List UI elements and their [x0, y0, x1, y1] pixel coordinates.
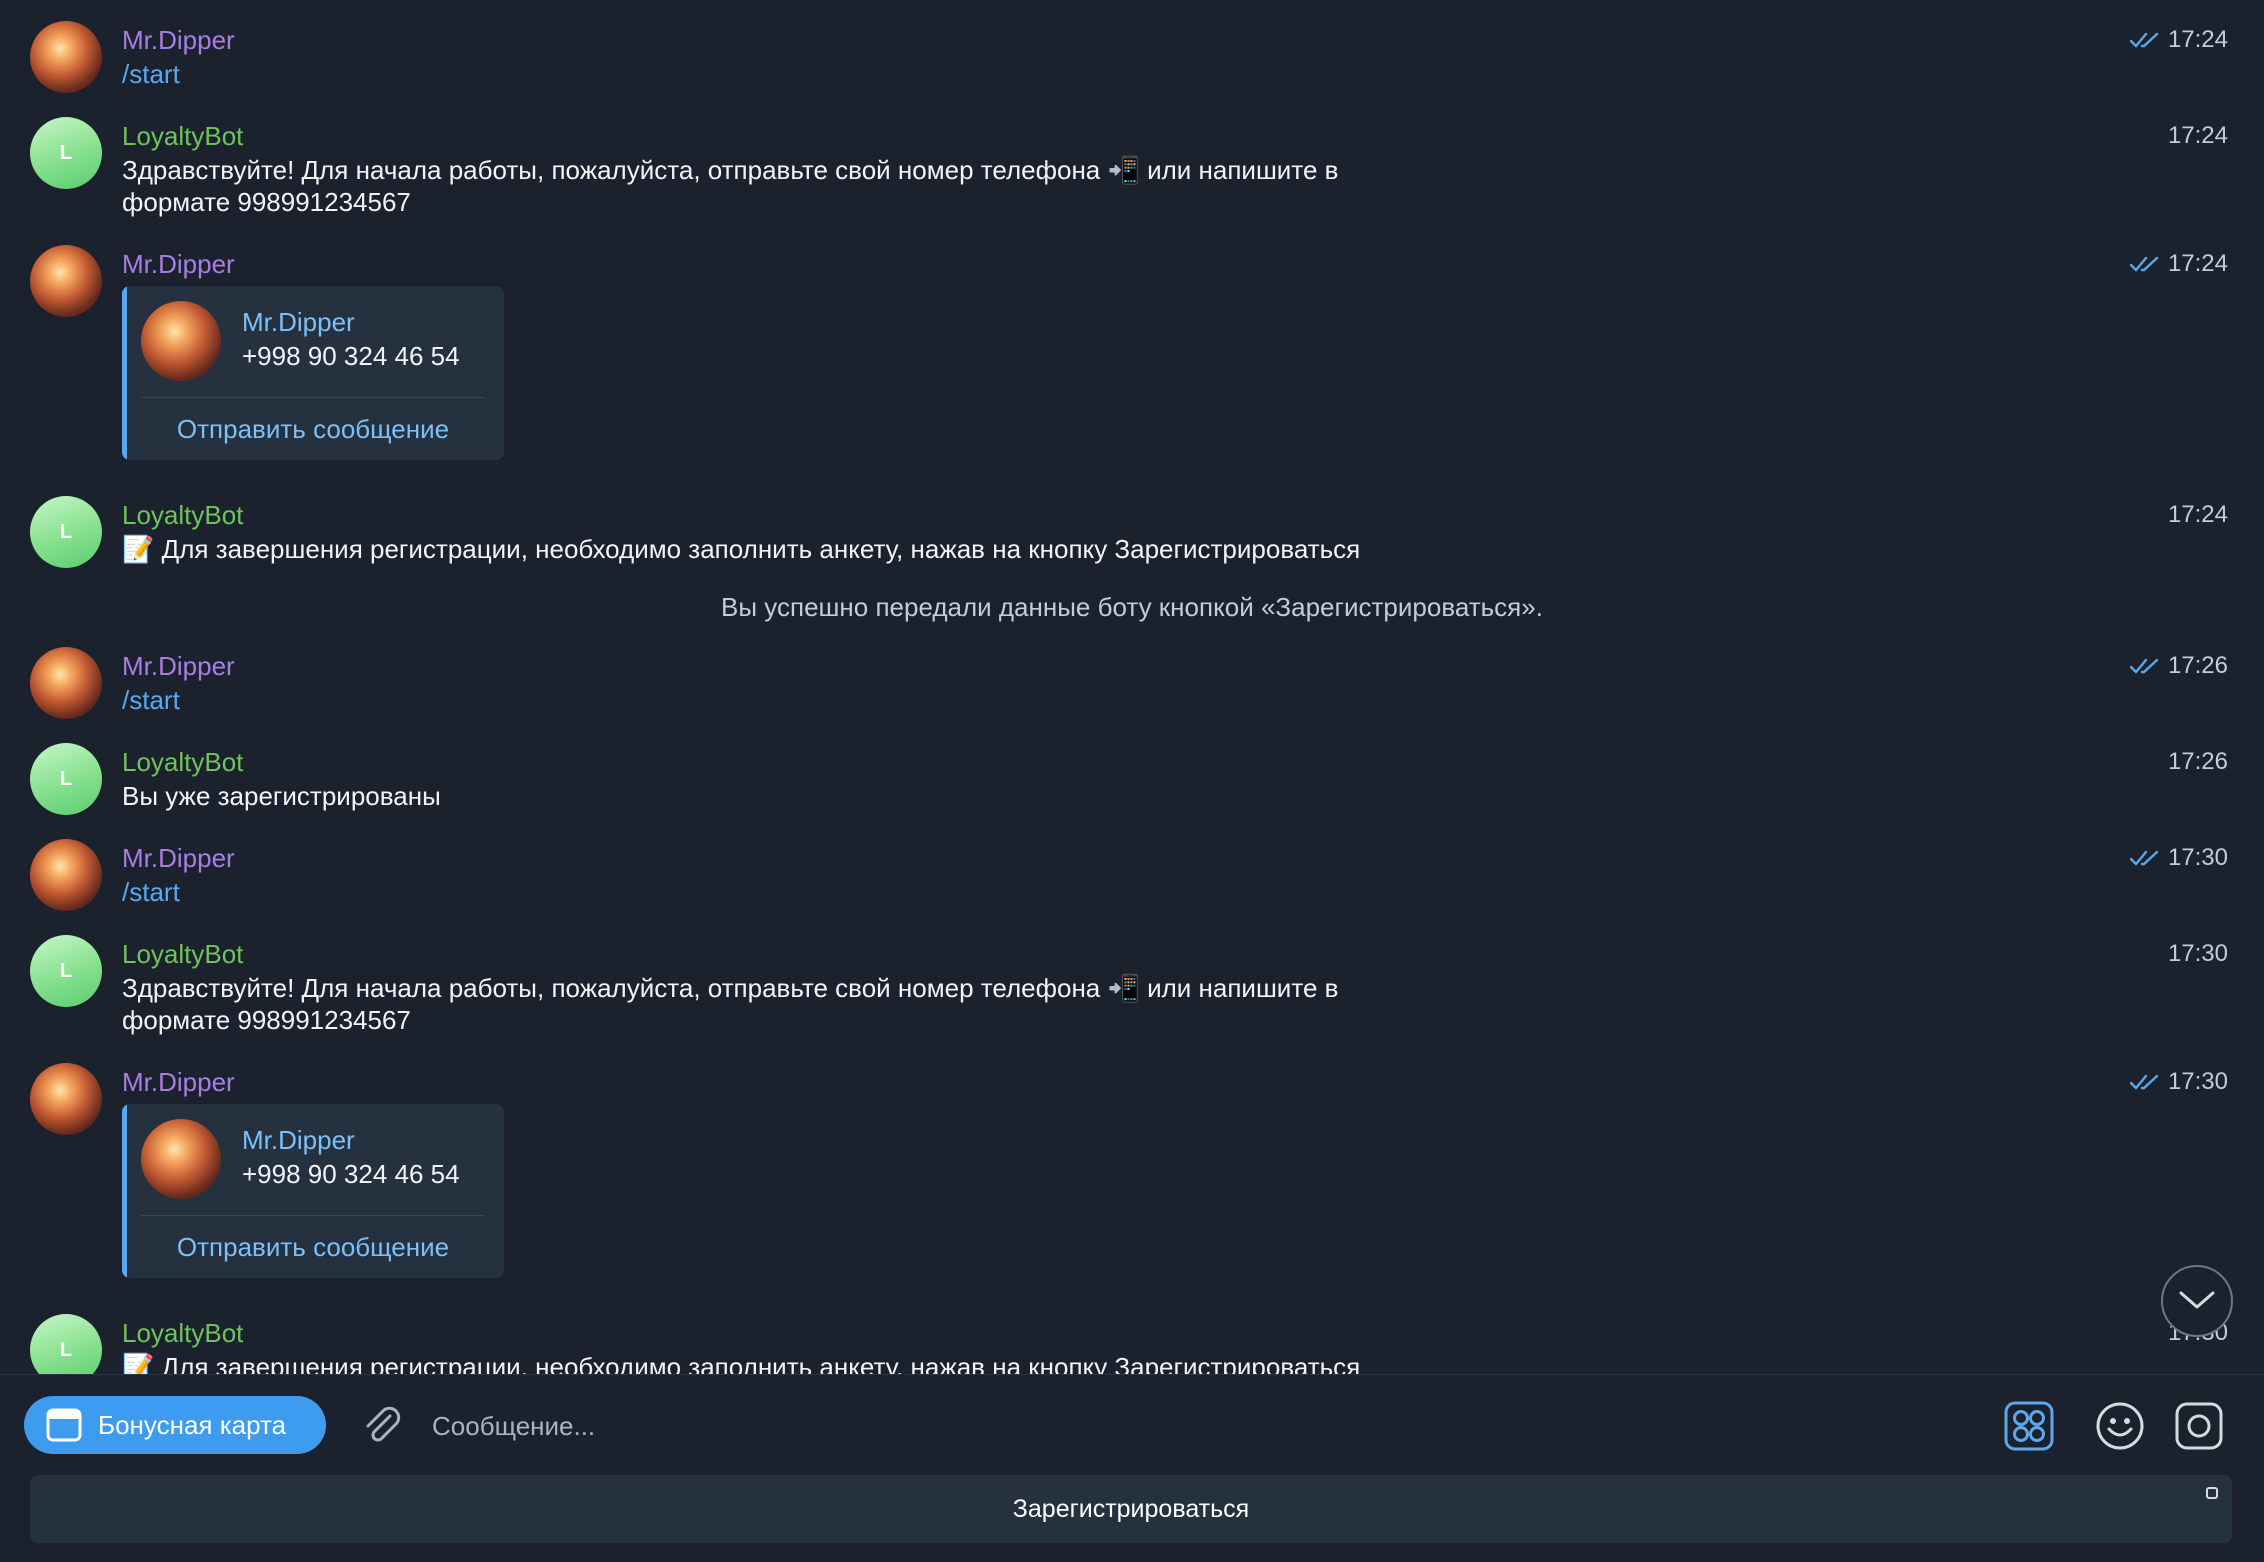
sender-name[interactable]: Mr.Dipper: [122, 650, 235, 682]
sender-name[interactable]: Mr.Dipper: [122, 1066, 235, 1098]
message-text-line: Здравствуйте! Для начала работы, пожалуй…: [122, 155, 1339, 185]
contact-name: Mr.Dipper: [242, 1125, 355, 1155]
divider: [141, 397, 485, 398]
message-text: 📝 Для завершения регистрации, необходимо…: [122, 1352, 1361, 1374]
apps-grid-icon[interactable]: [2004, 1401, 2054, 1451]
timestamp: 17:30: [2167, 844, 2228, 871]
message-text: 📝 Для завершения регистрации, необходимо…: [122, 534, 1361, 564]
contact-card[interactable]: Mr.Dipper +998 90 324 46 54 Отправить со…: [122, 1104, 504, 1278]
timestamp: 17:24: [2167, 501, 2228, 528]
message-text: Здравствуйте! Для начала работы, пожалуй…: [122, 154, 1432, 218]
timestamp: 17:26: [2167, 652, 2228, 679]
contact-avatar: [141, 1119, 221, 1199]
sender-name[interactable]: LoyaltyBot: [122, 1317, 243, 1349]
bonus-card-label: Бонусная карта: [98, 1409, 287, 1440]
web-app-window-icon: [46, 1408, 82, 1442]
message-text: Вы уже зарегистрированы: [122, 781, 441, 811]
sender-name[interactable]: LoyaltyBot: [122, 499, 243, 531]
double-check-icon: [2129, 1074, 2159, 1090]
avatar[interactable]: [30, 1063, 102, 1135]
divider: [141, 1215, 485, 1216]
command-link[interactable]: /start: [122, 684, 180, 716]
message-input[interactable]: [430, 1400, 1974, 1452]
contact-name: Mr.Dipper: [242, 307, 355, 337]
message-meta: 17:24: [2129, 24, 2228, 56]
contact-card[interactable]: Mr.Dipper +998 90 324 46 54 Отправить со…: [122, 286, 504, 460]
double-check-icon: [2129, 658, 2159, 674]
avatar[interactable]: L: [30, 743, 102, 815]
contact-avatar: [141, 301, 221, 381]
web-app-corner-icon: [2206, 1487, 2218, 1499]
avatar[interactable]: [30, 245, 102, 317]
message-text-line: Здравствуйте! Для начала работы, пожалуй…: [122, 973, 1339, 1003]
smile-icon[interactable]: [2095, 1401, 2145, 1451]
register-button-label: Зарегистрироваться: [1012, 1495, 1250, 1523]
sender-name[interactable]: LoyaltyBot: [122, 938, 243, 970]
message-meta: 17:30: [2168, 938, 2228, 970]
send-message-button[interactable]: Отправить сообщение: [122, 1228, 504, 1266]
double-check-icon: [2129, 850, 2159, 866]
timestamp: 17:30: [2167, 1068, 2228, 1095]
chevron-down-icon: [2179, 1291, 2215, 1309]
timestamp: 17:24: [2167, 250, 2228, 277]
timestamp: 17:24: [2167, 122, 2228, 149]
double-check-icon: [2129, 256, 2159, 272]
double-check-icon: [2129, 32, 2159, 48]
sender-name[interactable]: Mr.Dipper: [122, 248, 235, 280]
avatar[interactable]: L: [30, 935, 102, 1007]
message-text-line: формате 998991234567: [122, 1005, 411, 1035]
scroll-down-button[interactable]: [2161, 1265, 2233, 1337]
command-link[interactable]: /start: [122, 58, 180, 90]
message-text: Здравствуйте! Для начала работы, пожалуй…: [122, 972, 1432, 1036]
command-link[interactable]: /start: [122, 876, 180, 908]
avatar[interactable]: L: [30, 1314, 102, 1374]
message-list[interactable]: Mr.Dipper /start 17:24 L LoyaltyBot Здра…: [0, 0, 2264, 1374]
timestamp: 17:30: [2167, 940, 2228, 967]
paperclip-icon[interactable]: [360, 1404, 406, 1450]
send-message-button[interactable]: Отправить сообщение: [122, 410, 504, 448]
avatar[interactable]: L: [30, 496, 102, 568]
chat-window: Mr.Dipper /start 17:24 L LoyaltyBot Здра…: [0, 0, 2264, 1562]
message-text-line: формате 998991234567: [122, 187, 411, 217]
composer-divider: [0, 1374, 2264, 1375]
message-meta: 17:30: [2129, 842, 2228, 874]
contact-phone: +998 90 324 46 54: [242, 341, 460, 371]
message-meta: 17:24: [2168, 120, 2228, 152]
avatar[interactable]: [30, 839, 102, 911]
message-meta: 17:24: [2129, 248, 2228, 280]
message-meta: 17:26: [2168, 746, 2228, 778]
sender-name[interactable]: Mr.Dipper: [122, 24, 235, 56]
service-message: Вы успешно передали данные боту кнопкой …: [721, 592, 1543, 622]
bonus-card-button[interactable]: Бонусная карта: [24, 1396, 326, 1454]
avatar[interactable]: [30, 21, 102, 93]
message-meta: 17:24: [2168, 499, 2228, 531]
contact-phone: +998 90 324 46 54: [242, 1159, 460, 1189]
message-meta: 17:26: [2129, 650, 2228, 682]
sender-name[interactable]: Mr.Dipper: [122, 842, 235, 874]
sender-name[interactable]: LoyaltyBot: [122, 746, 243, 778]
timestamp: 17:24: [2167, 26, 2228, 53]
avatar[interactable]: L: [30, 117, 102, 189]
timestamp: 17:26: [2167, 748, 2228, 775]
avatar[interactable]: [30, 647, 102, 719]
sender-name[interactable]: LoyaltyBot: [122, 120, 243, 152]
register-button[interactable]: Зарегистрироваться: [30, 1475, 2232, 1543]
camera-icon[interactable]: [2174, 1401, 2224, 1451]
message-meta: 17:30: [2129, 1066, 2228, 1098]
